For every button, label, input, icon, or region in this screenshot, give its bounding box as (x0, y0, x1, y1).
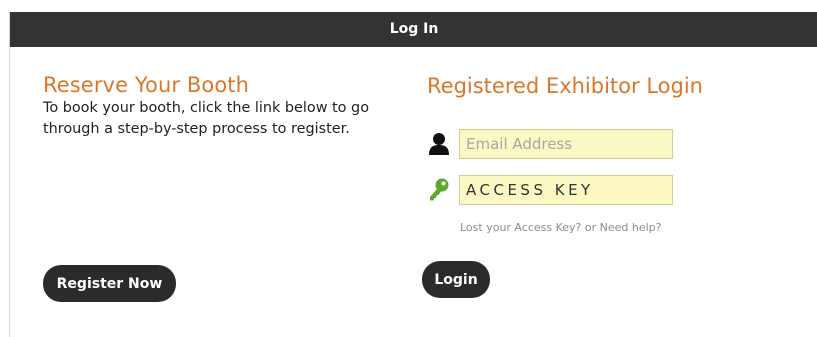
email-field[interactable] (459, 129, 673, 159)
reserve-booth-description: To book your booth, click the link below… (43, 100, 370, 137)
access-key-field[interactable] (459, 175, 673, 205)
reserve-booth-section: Reserve Your Booth To book your booth, c… (43, 73, 393, 139)
register-now-button[interactable]: Register Now (43, 265, 176, 302)
panel-title: Log In (389, 21, 439, 37)
user-icon (428, 132, 450, 156)
help-link[interactable]: Lost your Access Key? or Need help? (460, 221, 661, 234)
login-button[interactable]: Login (422, 261, 490, 298)
panel-header: Log In (10, 12, 817, 47)
exhibitor-login-title: Registered Exhibitor Login (427, 74, 703, 98)
key-icon (428, 178, 450, 202)
reserve-booth-title: Reserve Your Booth (43, 73, 250, 97)
